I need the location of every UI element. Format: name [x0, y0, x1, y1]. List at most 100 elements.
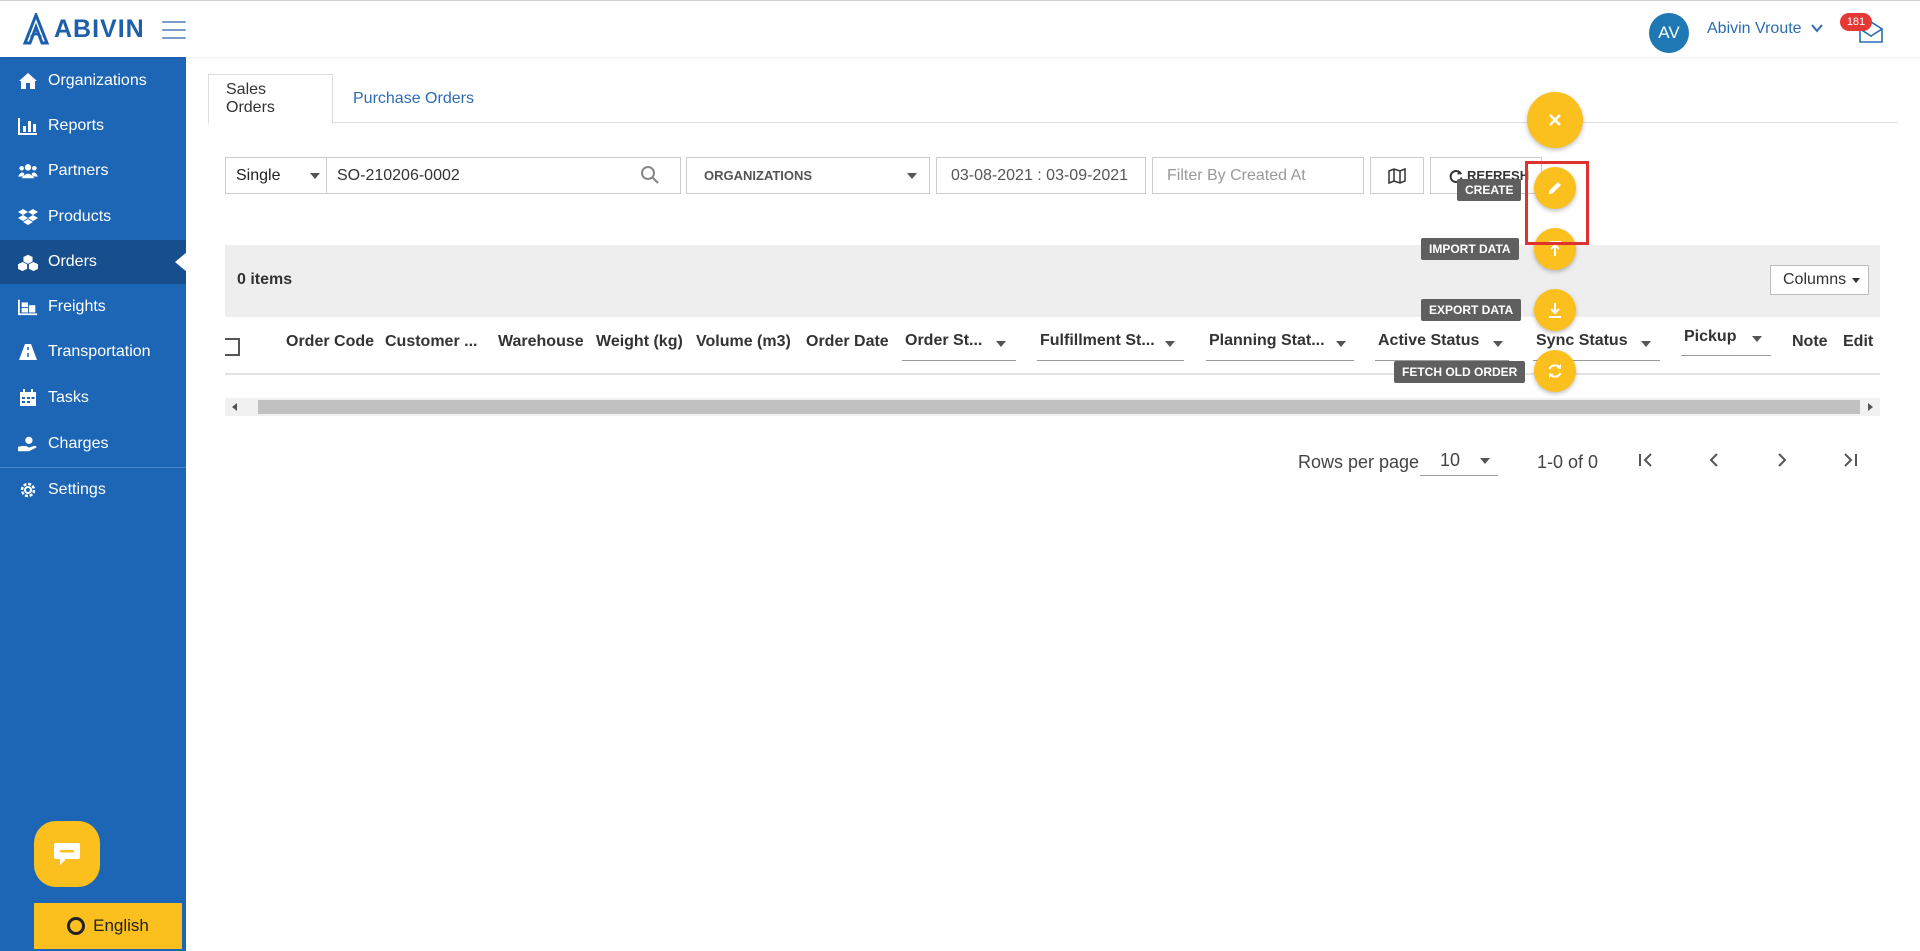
column-fulfillment-status[interactable]: Fulfillment St... [1040, 332, 1155, 350]
sidebar-item-reports[interactable]: Reports [0, 104, 186, 148]
column-weight[interactable]: Weight (kg) [596, 333, 683, 351]
caret-down-icon [310, 173, 320, 179]
sidebar-item-products[interactable]: Products [0, 195, 186, 239]
sidebar-item-organizations[interactable]: Organizations [0, 59, 186, 103]
column-warehouse[interactable]: Warehouse [498, 333, 584, 351]
scroll-right-icon[interactable] [1868, 403, 1873, 411]
column-order-date[interactable]: Order Date [806, 333, 889, 351]
organizations-select[interactable]: ORGANIZATIONS [686, 157, 930, 194]
pallet-icon [18, 297, 38, 317]
fab-close-button[interactable] [1527, 92, 1583, 148]
column-sync-status[interactable]: Sync Status [1536, 332, 1628, 350]
date-range-picker[interactable]: 03-08-2021 : 03-09-2021 [936, 157, 1146, 194]
sidebar-item-label: Settings [48, 481, 106, 498]
chat-button[interactable] [34, 821, 100, 887]
chevron-left-icon [1709, 453, 1718, 467]
column-order-status[interactable]: Order St... [905, 332, 982, 350]
sidebar-item-freights[interactable]: Freights [0, 285, 186, 329]
sidebar-item-label: Organizations [48, 72, 147, 89]
search-mode-select[interactable]: Single [225, 157, 327, 194]
language-switcher[interactable]: English [34, 903, 182, 949]
brand-logo[interactable]: ABIVIN [22, 11, 145, 47]
column-note[interactable]: Note [1792, 333, 1828, 351]
home-icon [18, 71, 38, 91]
fab-label-export: EXPORT DATA [1421, 299, 1522, 321]
active-indicator [175, 252, 187, 272]
search-input[interactable]: SO-210206-0002 [326, 157, 681, 194]
sidebar-item-charges[interactable]: Charges [0, 422, 186, 466]
search-input-value: SO-210206-0002 [337, 166, 460, 184]
table-toolbar [225, 245, 1880, 317]
sidebar-item-label: Products [48, 208, 112, 225]
column-order-code[interactable]: Order Code [286, 333, 374, 351]
map-icon [1388, 167, 1406, 184]
last-page-icon [1844, 453, 1857, 467]
avatar[interactable]: AV [1649, 13, 1689, 53]
column-planning-status[interactable]: Planning Stat... [1209, 332, 1325, 350]
chevron-down-icon[interactable] [1810, 21, 1824, 35]
tab-purchase-orders[interactable]: Purchase Orders [336, 74, 491, 124]
sidebar-item-settings[interactable]: Settings [0, 468, 186, 512]
organizations-value: ORGANIZATIONS [704, 168, 813, 183]
caret-down-icon[interactable] [1493, 341, 1503, 347]
dropbox-icon [18, 207, 38, 227]
brand-name: ABIVIN [54, 14, 145, 43]
fab-label-create: CREATE [1457, 179, 1522, 201]
date-range-value: 03-08-2021 : 03-09-2021 [951, 166, 1129, 184]
road-icon [18, 342, 38, 362]
cubes-icon [18, 252, 38, 272]
chevron-right-icon [1778, 453, 1787, 467]
caret-down-icon[interactable] [1752, 336, 1762, 342]
fab-label-import: IMPORT DATA [1421, 238, 1519, 260]
export-data-button[interactable] [1534, 289, 1576, 331]
next-page-button[interactable] [1770, 448, 1794, 472]
caret-down-icon[interactable] [1641, 341, 1651, 347]
language-label: English [93, 916, 149, 935]
first-page-button[interactable] [1634, 448, 1658, 472]
map-view-button[interactable] [1370, 157, 1424, 194]
caret-down-icon[interactable] [996, 341, 1006, 347]
rows-per-page-select[interactable]: 10 [1420, 446, 1498, 476]
column-filter-underline [1681, 355, 1771, 356]
column-active-status[interactable]: Active Status [1378, 332, 1479, 350]
caret-down-icon [1480, 458, 1490, 464]
column-pickup[interactable]: Pickup [1684, 328, 1736, 346]
scrollbar-thumb[interactable] [258, 400, 1860, 414]
calendar-icon [18, 388, 38, 408]
sidebar-item-label: Charges [48, 435, 109, 452]
created-at-filter[interactable]: Filter By Created At [1152, 157, 1364, 194]
caret-down-icon [1852, 277, 1861, 283]
sidebar-item-label: Transportation [48, 343, 151, 360]
abivin-logo-icon [22, 13, 50, 45]
user-name[interactable]: Abivin Vroute [1707, 20, 1802, 38]
sidebar-item-tasks[interactable]: Tasks [0, 376, 186, 420]
column-customer[interactable]: Customer ... [385, 333, 477, 351]
caret-down-icon[interactable] [1165, 341, 1175, 347]
column-volume[interactable]: Volume (m3) [696, 333, 791, 351]
scroll-left-icon[interactable] [232, 403, 237, 411]
fetch-old-order-button[interactable] [1534, 350, 1576, 392]
select-all-checkbox[interactable] [225, 338, 240, 356]
search-mode-value: Single [236, 166, 281, 184]
highlight-box [1525, 161, 1589, 245]
previous-page-button[interactable] [1702, 448, 1726, 472]
last-page-button[interactable] [1838, 448, 1862, 472]
sidebar-item-orders[interactable]: Orders [0, 240, 187, 284]
sidebar-item-label: Freights [48, 298, 106, 315]
search-icon[interactable] [640, 165, 660, 185]
tab-sales-orders[interactable]: Sales Orders [208, 74, 333, 124]
column-filter-underline [1037, 360, 1184, 361]
rows-per-page-label: Rows per page [1298, 452, 1420, 472]
pagination-range: 1-0 of 0 [1537, 452, 1599, 472]
bar-chart-icon [18, 116, 38, 136]
sidebar-item-transportation[interactable]: Transportation [0, 330, 186, 374]
caret-down-icon[interactable] [1336, 341, 1346, 347]
sidebar-item-label: Tasks [48, 389, 89, 406]
table-header-divider [225, 373, 1880, 375]
gear-icon [18, 480, 38, 500]
sidebar-item-partners[interactable]: Partners [0, 149, 186, 193]
column-edit[interactable]: Edit [1843, 333, 1873, 351]
column-filter-underline [1206, 360, 1354, 361]
columns-button[interactable]: Columns [1770, 265, 1869, 295]
menu-toggle-icon[interactable] [162, 21, 186, 39]
